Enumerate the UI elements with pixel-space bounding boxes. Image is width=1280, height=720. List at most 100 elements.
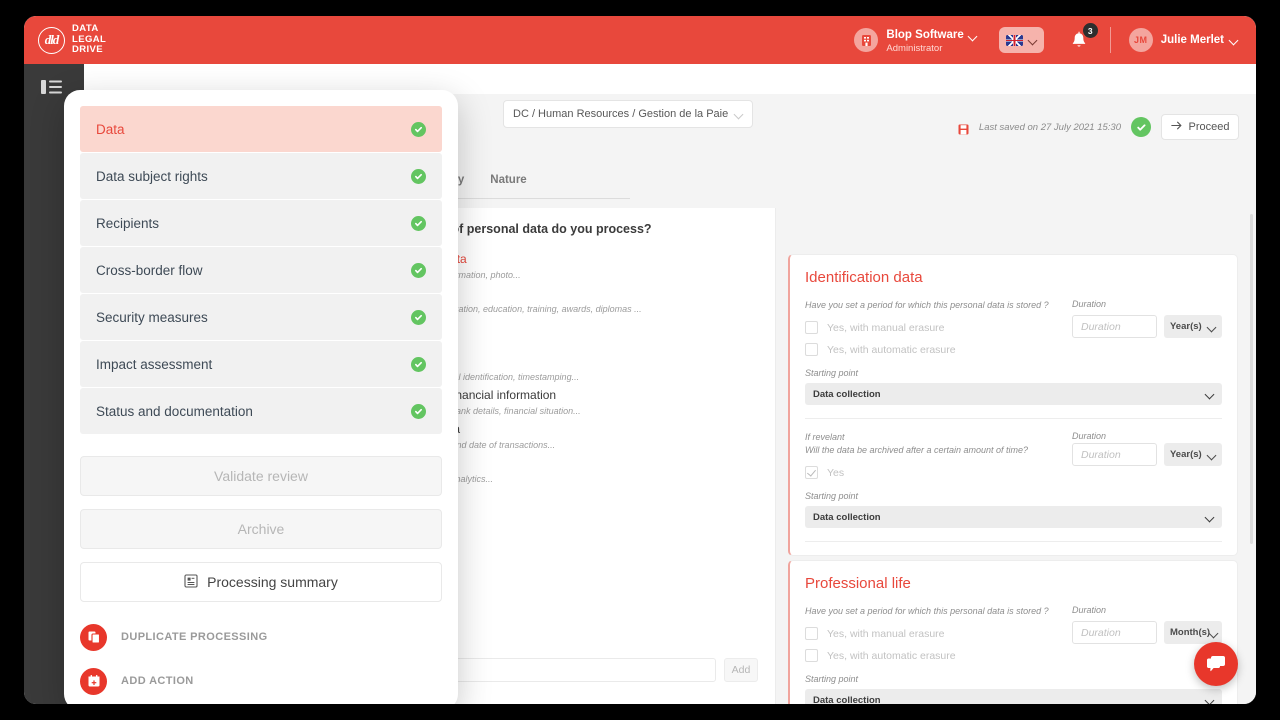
language-selector[interactable] <box>998 27 1044 53</box>
check-circle-icon <box>1131 117 1151 137</box>
checkbox-row[interactable]: Yes, with automatic erasure <box>805 649 1222 662</box>
archive-starting-point-select[interactable]: Data collection <box>805 506 1222 528</box>
storage-question-block: Have you set a period for which this per… <box>805 605 1222 662</box>
checkbox-row[interactable]: Yes, with automatic erasure <box>805 343 1222 356</box>
retention-cards-column: Identification data Have you set a perio… <box>776 208 1256 704</box>
sidebar-item-cross-border-flow[interactable]: Cross-border flow <box>80 247 442 293</box>
app-header: dld DATA LEGAL DRIVE Blop Software Admin… <box>24 16 1256 64</box>
checkbox-label: Yes, with automatic erasure <box>827 343 956 356</box>
list-item[interactable]: ion data gs, terminal identification, ti… <box>414 352 757 385</box>
chevron-down-icon[interactable] <box>969 32 977 40</box>
checkbox-row[interactable]: Yes <box>805 466 1222 479</box>
validate-review-button[interactable]: Validate review <box>80 456 442 496</box>
add-action-action[interactable]: ADD ACTION <box>80 659 442 703</box>
add-category-button[interactable]: Add <box>724 658 758 682</box>
category-name: l life <box>414 318 757 336</box>
archive-button[interactable]: Archive <box>80 509 442 549</box>
divider <box>805 541 1222 542</box>
chat-bubble-icon[interactable] <box>1194 642 1238 686</box>
archive-duration-input[interactable]: Duration <box>1072 443 1157 466</box>
duration-unit-select[interactable]: Year(s) <box>1164 315 1222 338</box>
checkbox-automatic-erasure[interactable] <box>805 649 818 662</box>
duration-input[interactable]: Duration <box>1072 315 1157 338</box>
avatar: JM <box>1128 28 1153 52</box>
user-name-row: Julie Merlet <box>1161 34 1238 46</box>
section-label: Cross-border flow <box>96 262 203 278</box>
sidebar-item-data[interactable]: Data <box>80 106 442 152</box>
checkbox-archive-yes[interactable] <box>805 466 818 479</box>
archive-duration-label: Duration <box>1072 431 1107 441</box>
checkbox-label: Yes, with manual erasure <box>827 321 945 334</box>
sidebar-item-status-and-documentation[interactable]: Status and documentation <box>80 388 442 434</box>
processing-summary-button[interactable]: Processing summary <box>80 562 442 602</box>
category-name: n data <box>414 488 757 506</box>
check-circle-icon <box>411 356 426 372</box>
starting-point-label: Starting point <box>805 368 859 378</box>
scrollbar[interactable] <box>1250 214 1253 544</box>
menu-list-icon[interactable] <box>40 78 64 98</box>
add-action-label: ADD ACTION <box>121 675 194 687</box>
duration-group: Duration Year(s) <box>1072 315 1222 338</box>
duplicate-processing-action[interactable]: DUPLICATE PROCESSING <box>80 615 442 659</box>
proceed-button[interactable]: Proceed <box>1161 114 1239 140</box>
list-item[interactable]: ation data ontact information, photo... <box>414 250 757 283</box>
category-name: on data <box>414 454 757 472</box>
duration-group: Duration Month(s) <box>1072 621 1222 644</box>
calendar-plus-icon <box>80 667 107 695</box>
list-item[interactable]: l life tal status... <box>414 318 757 351</box>
chevron-down-icon[interactable] <box>1230 36 1238 44</box>
sidebar-item-data-subject-rights[interactable]: Data subject rights <box>80 153 442 199</box>
starting-point-select[interactable]: Data collection <box>805 383 1222 405</box>
brand-logo[interactable]: dld DATA LEGAL DRIVE <box>38 24 106 56</box>
duplicate-processing-label: DUPLICATE PROCESSING <box>121 631 268 643</box>
sidebar-item-security-measures[interactable]: Security measures <box>80 294 442 340</box>
add-category-input[interactable] <box>414 658 716 682</box>
category-name: ic and financial information <box>414 388 557 402</box>
processing-select[interactable]: DC / Human Resources / Gestion de la Pai… <box>503 100 753 128</box>
section-label: Status and documentation <box>96 403 253 419</box>
divider <box>805 418 1222 419</box>
category-desc: tal status... <box>414 336 757 351</box>
duration-unit-value: Year(s) <box>1170 321 1202 332</box>
chevron-down-icon <box>1206 696 1214 704</box>
sidebar-item-recipients[interactable]: Recipients <box>80 200 442 246</box>
retention-card: Professional life Have you set a period … <box>788 560 1238 704</box>
section-label: Impact assessment <box>96 356 213 372</box>
save-status-row: Last saved on 27 July 2021 15:30 Proceed <box>958 114 1239 140</box>
app-frame: dld DATA LEGAL DRIVE Blop Software Admin… <box>24 16 1256 704</box>
category-desc: ontact information, photo... <box>414 270 521 280</box>
chevron-down-icon <box>1206 513 1214 521</box>
starting-point-select[interactable]: Data collection <box>805 689 1222 704</box>
chevron-down-icon <box>735 110 743 118</box>
tab-nature[interactable]: Nature <box>490 174 526 195</box>
list-item[interactable]: onal life ssional situation, education, … <box>414 284 757 317</box>
check-circle-icon <box>411 262 426 278</box>
arrow-right-icon <box>1170 121 1183 133</box>
archive-question-block: If revelant Will the data be archived af… <box>805 431 1222 479</box>
list-item[interactable]: tion data , amount and date of transacti… <box>414 420 757 453</box>
duration-input[interactable]: Duration <box>1072 621 1157 644</box>
checkbox-manual-erasure[interactable] <box>805 321 818 334</box>
archive-duration-unit-select[interactable]: Year(s) <box>1164 443 1222 466</box>
checkbox-automatic-erasure[interactable] <box>805 343 818 356</box>
logo-monogram-icon: dld <box>38 26 65 54</box>
list-item[interactable]: n data a... <box>414 488 757 521</box>
sidebar-item-impact-assessment[interactable]: Impact assessment <box>80 341 442 387</box>
category-name: ion data <box>414 352 757 370</box>
chevron-down-icon <box>1208 451 1216 459</box>
notifications-button[interactable]: 3 <box>1070 23 1098 53</box>
duration-unit-select[interactable]: Month(s) <box>1164 621 1222 644</box>
chevron-down-icon <box>1029 36 1037 44</box>
checkbox-label: Yes, with manual erasure <box>827 627 945 640</box>
list-item[interactable]: on data ers, web analytics... <box>414 454 757 487</box>
org-switcher[interactable]: Blop Software Administrator <box>854 25 976 54</box>
archive-duration-unit-value: Year(s) <box>1170 449 1202 460</box>
list-item[interactable]: ic and financial information ing data, b… <box>414 386 757 419</box>
checkbox-manual-erasure[interactable] <box>805 627 818 640</box>
check-circle-icon <box>411 121 426 137</box>
category-desc: ing data, bank details, financial situat… <box>414 406 581 416</box>
processing-summary-label: Processing summary <box>207 574 338 590</box>
user-menu[interactable]: JM Julie Merlet <box>1128 28 1238 52</box>
category-desc: ers, web analytics... <box>414 474 494 484</box>
